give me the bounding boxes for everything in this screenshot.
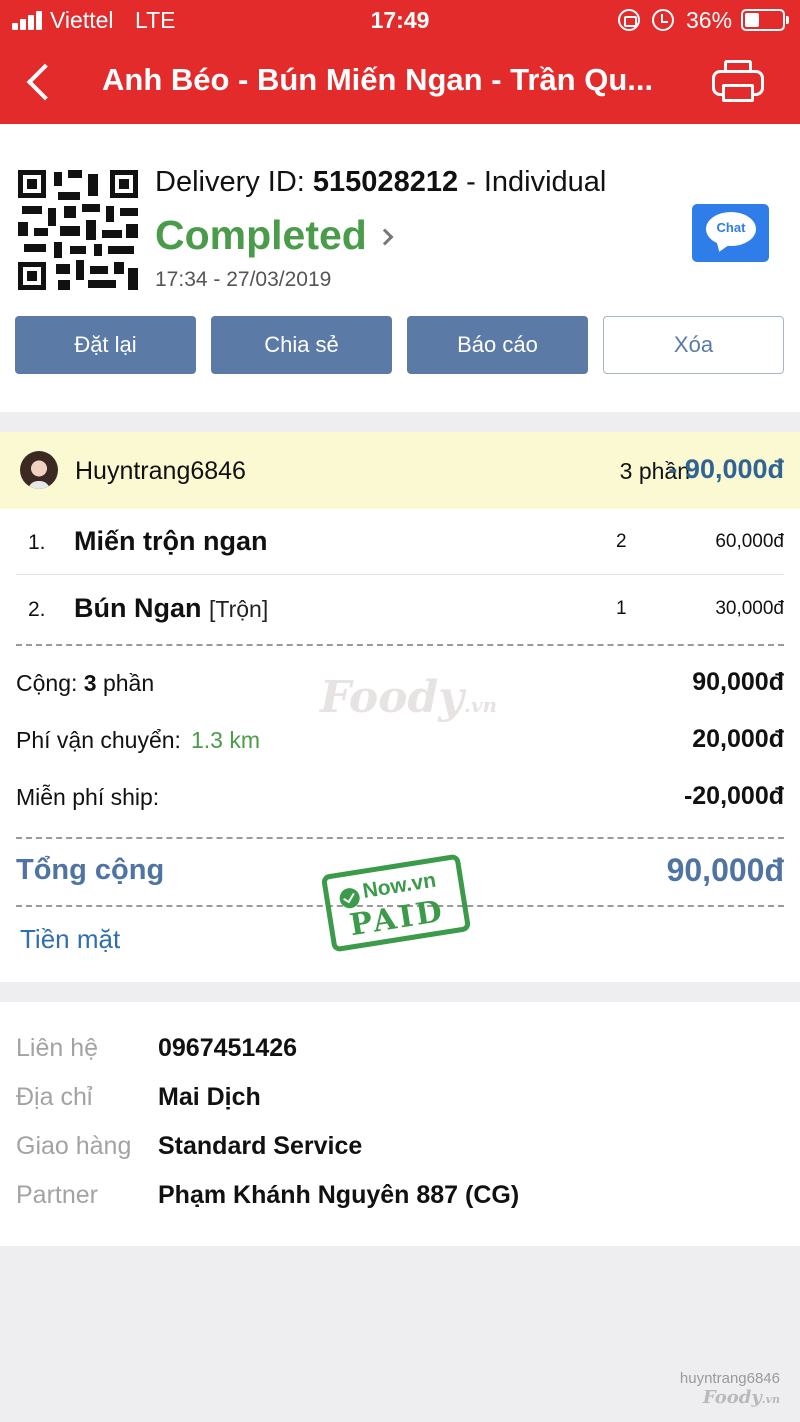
- top-bar: Viettel LTE 17:49 36% Anh Béo - Bún Miến…: [0, 0, 800, 124]
- shipping-row: Phí vận chuyển: 1.3 km 20,000đ: [16, 721, 784, 761]
- watermark-logo: Foody.vn: [680, 1387, 780, 1408]
- list-item: 2. Bún Ngan [Trộn] 1 30,000đ: [16, 576, 784, 642]
- delivery-type: - Individual: [458, 166, 607, 198]
- chat-label: Chat: [716, 220, 746, 235]
- info-key: Địa chỉ: [16, 1083, 93, 1111]
- delivery-id: Delivery ID: 515028212 - Individual: [155, 166, 606, 199]
- subtotal-row: Cộng: 3 phần 90,000đ: [16, 664, 784, 704]
- rotation-lock-icon: [618, 9, 640, 31]
- battery-percent: 36%: [686, 7, 733, 33]
- info-key: Partner: [16, 1181, 98, 1209]
- photo-watermark: huyntrang6846 Foody.vn: [680, 1370, 780, 1408]
- total-value: 90,000đ: [666, 852, 784, 888]
- avatar: [20, 451, 58, 489]
- order-datetime: 17:34 - 27/03/2019: [155, 268, 332, 291]
- item-name-text: Miến trộn ngan: [74, 526, 268, 556]
- report-button[interactable]: Báo cáo: [407, 316, 588, 374]
- divider: [16, 837, 784, 839]
- order-status-link[interactable]: Completed: [155, 212, 394, 258]
- item-name: Bún Ngan [Trộn]: [74, 593, 268, 624]
- back-icon[interactable]: [22, 60, 62, 104]
- share-button[interactable]: Chia sẻ: [211, 316, 392, 374]
- payment-method: Tiền mặt: [20, 924, 121, 954]
- address-value: Mai Dịch: [158, 1083, 261, 1111]
- item-option: [Trộn]: [209, 596, 269, 622]
- order-status: Completed: [155, 212, 367, 258]
- info-row-contact: Liên hệ 0967451426: [16, 1032, 784, 1072]
- delivery-id-label: Delivery ID:: [155, 166, 313, 198]
- contact-phone[interactable]: 0967451426: [158, 1034, 297, 1063]
- item-qty: 2: [616, 531, 627, 552]
- status-time: 17:49: [370, 7, 430, 33]
- subtotal-unit: phần: [96, 670, 155, 696]
- item-qty: 1: [616, 598, 627, 619]
- info-key: Giao hàng: [16, 1132, 132, 1160]
- info-row-address: Địa chỉ Mai Dịch: [16, 1081, 784, 1121]
- free-ship-label: Miễn phí ship:: [16, 784, 160, 810]
- printer-icon[interactable]: [708, 56, 768, 108]
- free-ship-value: -20,000đ: [683, 782, 784, 810]
- username: Huyntrang6846: [75, 457, 246, 485]
- delete-button[interactable]: Xóa: [603, 316, 784, 374]
- partner-name: Phạm Khánh Nguyên 887 (CG): [158, 1181, 520, 1209]
- item-price: 60,000đ: [715, 531, 784, 552]
- delivery-info-card: Liên hệ 0967451426 Địa chỉ Mai Dịch Giao…: [0, 1002, 800, 1246]
- stamp-text: PAID: [347, 893, 448, 944]
- shipping-value: 20,000đ: [692, 725, 784, 753]
- info-row-delivery: Giao hàng Standard Service: [16, 1130, 784, 1170]
- watermark-logo-brand: Foody: [702, 1387, 762, 1408]
- alarm-icon: [652, 9, 674, 31]
- reorder-button[interactable]: Đặt lại: [15, 316, 196, 374]
- delivery-service: Standard Service: [158, 1132, 363, 1160]
- shipping-label-text: Phí vận chuyển:: [16, 727, 181, 753]
- subtotal-label: Cộng: 3 phần: [16, 670, 154, 697]
- info-key: Liên hệ: [16, 1034, 99, 1062]
- subtotal-value: 90,000đ: [692, 668, 784, 696]
- user-total: - 90,000đ: [668, 454, 784, 485]
- item-number: 1.: [28, 531, 46, 554]
- shipping-label: Phí vận chuyển: 1.3 km: [16, 727, 260, 754]
- qr-code-icon[interactable]: [18, 170, 138, 290]
- delivery-id-value: 515028212: [312, 166, 459, 198]
- user-total-value: 90,000đ: [684, 454, 784, 484]
- item-name: Miến trộn ngan: [74, 526, 267, 557]
- item-name-text: Bún Ngan: [74, 593, 202, 623]
- order-items-card: Huyntrang6846 3 phần - 90,000đ 1. Miến t…: [0, 432, 800, 982]
- user-row: Huyntrang6846 3 phần - 90,000đ: [0, 432, 800, 509]
- subtotal-label-text: Cộng:: [16, 670, 84, 696]
- item-price: 30,000đ: [715, 598, 784, 619]
- chat-button[interactable]: Chat: [692, 204, 769, 262]
- shipping-distance: 1.3 km: [190, 727, 260, 753]
- page-title: Anh Béo - Bún Miến Ngan - Trần Qu...: [102, 62, 654, 97]
- item-number: 2.: [28, 598, 46, 621]
- info-row-partner: Partner Phạm Khánh Nguyên 887 (CG): [16, 1179, 784, 1219]
- status-bar: Viettel LTE 17:49 36%: [0, 0, 800, 42]
- user-total-dash: -: [668, 454, 685, 484]
- list-item: 1. Miến trộn ngan 2 60,000đ: [16, 509, 784, 575]
- divider: [16, 644, 784, 646]
- free-ship-row: Miễn phí ship: -20,000đ: [16, 778, 784, 818]
- watermark-user: huyntrang6846: [679, 1370, 780, 1387]
- total-label: Tổng cộng: [16, 854, 165, 886]
- paid-stamp: Now.vn PAID: [320, 853, 472, 953]
- order-header-card: Delivery ID: 515028212 - Individual Comp…: [0, 124, 800, 412]
- subtotal-count: 3: [83, 670, 97, 696]
- battery-icon: [741, 9, 789, 31]
- watermark-logo-suffix: .vn: [761, 1393, 780, 1406]
- chevron-right-icon: [376, 228, 394, 246]
